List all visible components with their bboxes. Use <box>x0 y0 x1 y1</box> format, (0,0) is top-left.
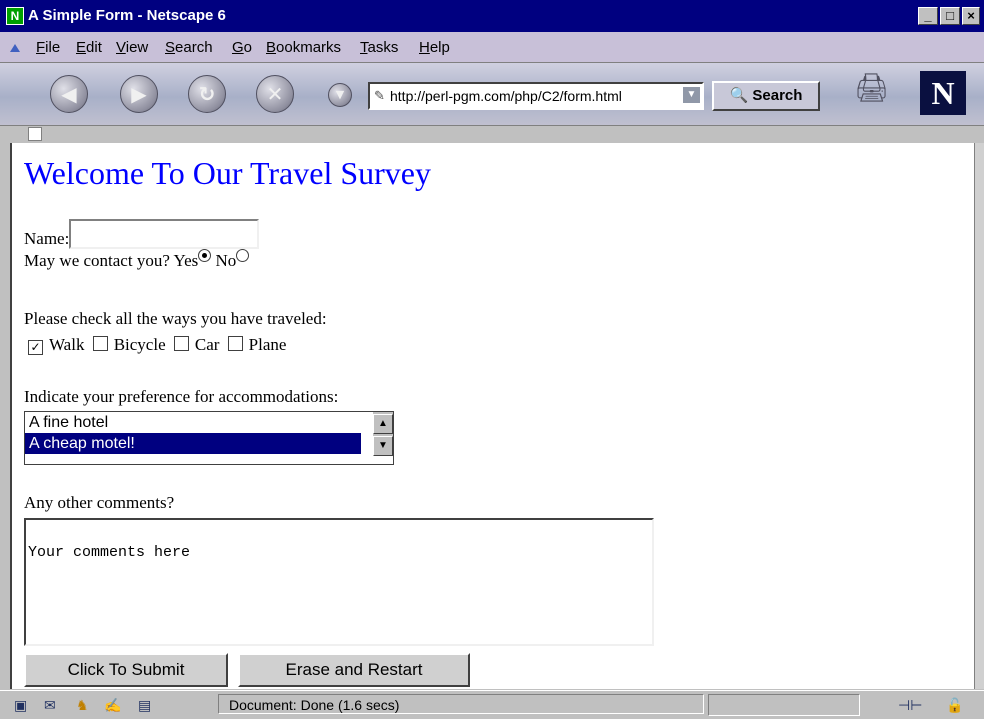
mail-icon[interactable]: ✉ <box>44 697 56 714</box>
plane-checkbox[interactable] <box>227 336 243 351</box>
lock-icon: 🔓 <box>946 697 964 713</box>
url-history-dropdown-icon[interactable]: ▼ <box>683 87 700 103</box>
car-label: Car <box>194 335 220 354</box>
menubar-collapse-icon[interactable] <box>10 44 20 52</box>
accommodation-listbox[interactable]: A fine hotel A cheap motel! ▲ ▼ <box>24 411 394 465</box>
walk-label: Walk <box>49 335 85 354</box>
menu-view[interactable]: View <box>116 39 148 56</box>
search-button[interactable]: 🔍 Search <box>712 81 820 111</box>
minimize-button[interactable]: _ <box>918 7 938 25</box>
yes-label: Yes <box>173 251 199 270</box>
scroll-up-icon[interactable]: ▲ <box>373 414 393 434</box>
menu-search[interactable]: Search <box>165 39 213 56</box>
list-option-cheap-motel[interactable]: A cheap motel! <box>25 433 361 454</box>
url-field[interactable]: ✎ http://perl-pgm.com/php/C2/form.html ▼ <box>368 82 704 110</box>
travel-question: Please check all the ways you have trave… <box>24 309 327 328</box>
toolbar-grip-icon[interactable] <box>28 127 42 141</box>
print-icon[interactable]: 🖨 <box>854 71 904 111</box>
netscape-app-icon: N <box>6 7 24 25</box>
menu-file[interactable]: File <box>36 39 60 56</box>
status-bar: ▣ ✉ ♞ ✍ ▤ Document: Done (1.6 secs) ⊣⊢ 🔓 <box>0 690 984 719</box>
maximize-button[interactable]: □ <box>940 7 960 25</box>
url-text: http://perl-pgm.com/php/C2/form.html <box>390 88 622 104</box>
no-label: No <box>215 251 237 270</box>
menu-go[interactable]: Go <box>232 39 252 56</box>
reset-button[interactable]: Erase and Restart <box>238 653 470 687</box>
submit-button[interactable]: Click To Submit <box>24 653 228 687</box>
name-row: Name: <box>24 219 260 249</box>
window-title: A Simple Form - Netscape 6 <box>28 7 226 24</box>
status-progress-field <box>708 694 860 716</box>
reload-button[interactable]: ↻ <box>188 75 226 113</box>
bicycle-checkbox[interactable] <box>92 336 108 351</box>
aim-icon[interactable]: ♞ <box>76 697 89 714</box>
contact-row: May we contact you? Yes No <box>24 249 250 271</box>
title-bar: N A Simple Form - Netscape 6 _ □ × <box>0 0 984 32</box>
contact-yes-radio[interactable] <box>198 249 212 262</box>
car-checkbox[interactable] <box>173 336 189 351</box>
address-book-icon[interactable]: ▤ <box>138 697 151 714</box>
menu-bookmarks[interactable]: Bookmarks <box>266 39 341 56</box>
scroll-down-icon[interactable]: ▼ <box>373 436 393 456</box>
menu-bar: File Edit View Search Go Bookmarks Tasks… <box>0 32 984 63</box>
personal-toolbar-strip <box>0 126 984 142</box>
contact-question: May we contact you? <box>24 251 170 270</box>
stop-button[interactable]: ✕ <box>256 75 294 113</box>
back-button[interactable]: ◀ <box>50 75 88 113</box>
go-menu-icon[interactable]: ▼ <box>328 83 352 107</box>
page-heading: Welcome To Our Travel Survey <box>24 155 431 191</box>
navigation-toolbar: ◀ ▶ ↻ ✕ ▼ ✎ http://perl-pgm.com/php/C2/f… <box>0 63 984 126</box>
plane-label: Plane <box>248 335 287 354</box>
menu-tasks[interactable]: Tasks <box>360 39 398 56</box>
forward-button[interactable]: ▶ <box>120 75 158 113</box>
list-option-fine-hotel[interactable]: A fine hotel <box>25 412 393 433</box>
walk-checkbox[interactable]: ✓ <box>28 340 43 355</box>
name-label: Name: <box>24 229 70 248</box>
netscape-logo[interactable]: N <box>920 71 966 115</box>
accommodation-question: Indicate your preference for accommodati… <box>24 387 339 406</box>
comments-label: Any other comments? <box>24 493 175 512</box>
listbox-scrollbar[interactable]: ▲ ▼ <box>373 412 393 456</box>
page-scrollbar[interactable] <box>974 143 984 689</box>
comments-textarea[interactable]: Your comments here <box>24 518 654 646</box>
menu-help[interactable]: Help <box>419 39 450 56</box>
composer-icon[interactable]: ✍ <box>104 697 121 714</box>
name-input[interactable] <box>69 219 260 249</box>
netscape-icon[interactable]: ▣ <box>14 697 27 714</box>
close-button[interactable]: × <box>962 7 980 25</box>
bicycle-label: Bicycle <box>113 335 166 354</box>
contact-no-radio[interactable] <box>236 249 250 262</box>
page-content: Welcome To Our Travel Survey Name: May w… <box>10 143 976 689</box>
travel-options: ✓ Walk Bicycle Car Plane <box>24 335 286 355</box>
connection-icon: ⊣⊢ <box>898 697 923 713</box>
page-proxy-icon: ✎ <box>374 88 385 103</box>
status-text: Document: Done (1.6 secs) <box>218 694 704 714</box>
menu-edit[interactable]: Edit <box>76 39 102 56</box>
